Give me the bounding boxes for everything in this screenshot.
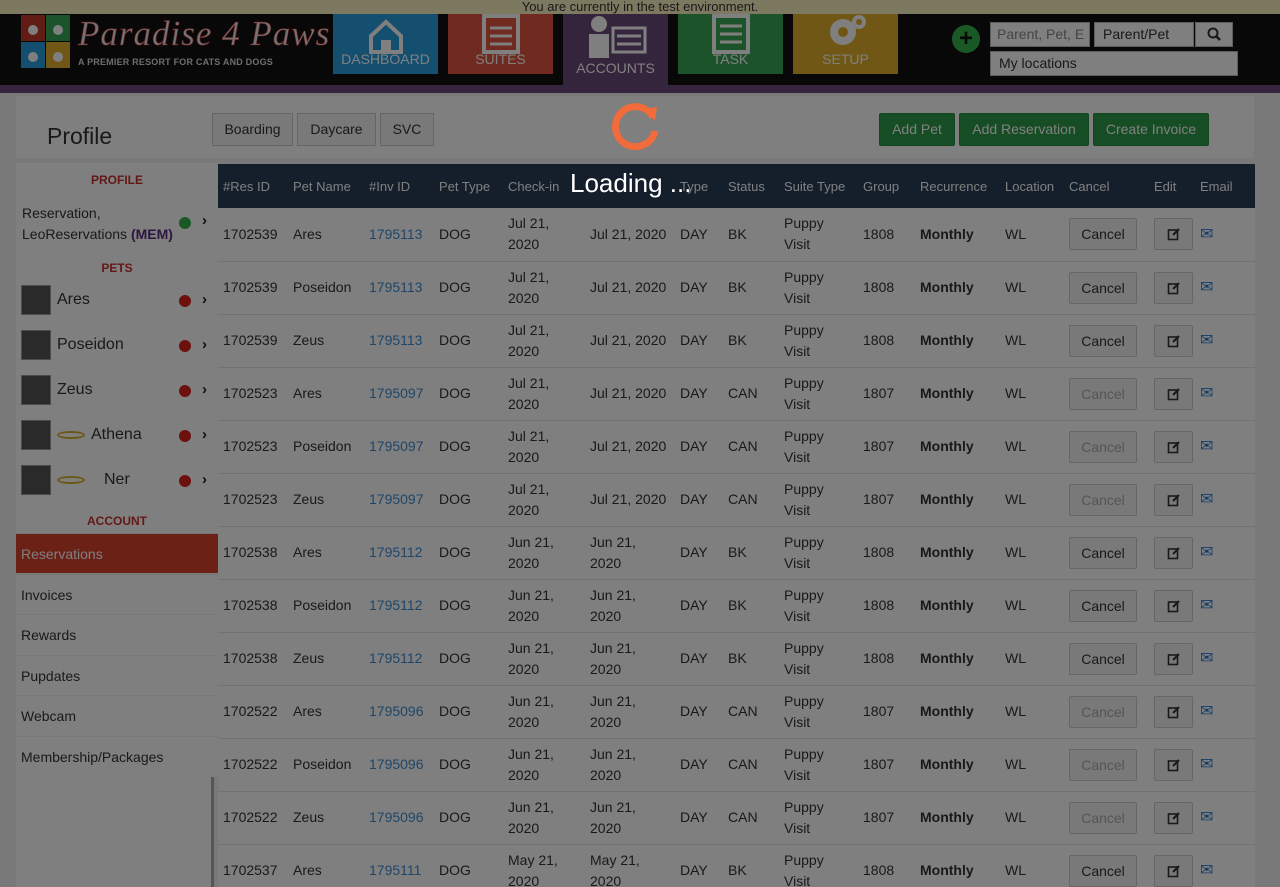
loading-text: Loading ... xyxy=(570,168,692,198)
refresh-spinner-icon xyxy=(612,103,659,151)
loading-overlay: Loading ... xyxy=(0,0,1280,887)
app-root: You are currently in the test environmen… xyxy=(0,0,1280,887)
